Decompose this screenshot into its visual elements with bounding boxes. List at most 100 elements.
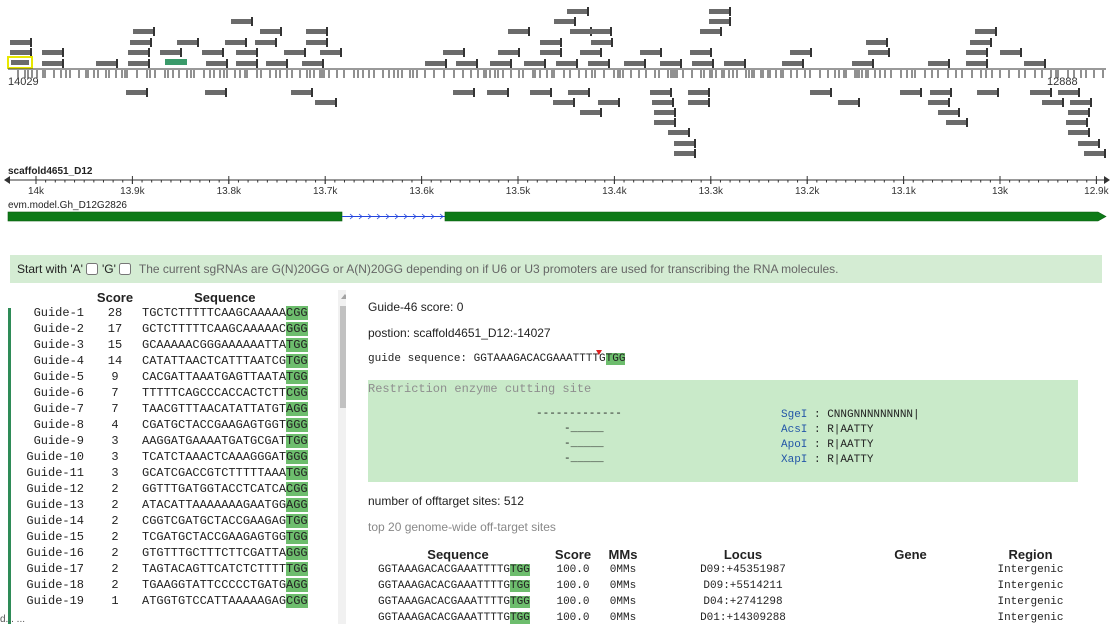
guide-row[interactable]: Guide-9 3 AAGGATGAAAATGATGCGATTGG <box>20 433 308 449</box>
guide-glyph[interactable] <box>487 88 509 97</box>
guide-glyph[interactable] <box>709 7 731 16</box>
guide-glyph[interactable] <box>225 38 247 47</box>
guide-glyph[interactable] <box>1068 128 1090 137</box>
guide-glyph[interactable] <box>810 88 832 97</box>
guide-glyph[interactable] <box>900 88 922 97</box>
guide-glyph[interactable] <box>530 88 552 97</box>
selected-guide-marker[interactable] <box>7 56 33 69</box>
guide-name[interactable]: Guide-17 <box>20 561 88 577</box>
guide-row[interactable]: Guide-5 9 CACGATTAAATGAGTTAATATGG <box>20 369 308 385</box>
offtarget-row[interactable]: GGTAAAGACACGAAATTTTGTGG 100.0 0MMs D09:+453… <box>368 562 1078 578</box>
guide-row[interactable]: Guide-13 2 ATACATTAAAAAAAGAATGGAGG <box>20 497 308 513</box>
guide-glyph[interactable] <box>508 27 530 36</box>
guide-row[interactable]: Guide-11 3 GCATCGACCGTCTTTTTAAATGG <box>20 465 308 481</box>
guide-glyph[interactable] <box>977 88 999 97</box>
guide-glyph[interactable] <box>490 59 512 68</box>
guide-glyph[interactable] <box>1084 149 1106 158</box>
guide-glyph[interactable] <box>688 98 710 107</box>
guide-name[interactable]: Guide-18 <box>20 577 88 593</box>
guide-name[interactable]: Guide-11 <box>20 465 88 481</box>
guide-glyph[interactable] <box>782 59 804 68</box>
guide-glyph[interactable] <box>588 59 610 68</box>
guide-row[interactable]: Guide-1 28 TGCTCTTTTTCAAGCAAAAACGG <box>20 305 308 321</box>
guide-glyph[interactable] <box>591 38 613 47</box>
lower-guide-track[interactable] <box>126 88 1106 158</box>
guide-row[interactable]: Guide-4 14 CATATTAACTCATTTAATCGTGG <box>20 353 308 369</box>
enzyme-name[interactable]: ApoI <box>781 439 807 451</box>
guide-glyph[interactable] <box>654 108 676 117</box>
enzyme-name[interactable]: AcsI <box>781 424 807 436</box>
offtarget-locus[interactable]: D04:+2741298 <box>648 594 838 610</box>
guide-name[interactable]: Guide-6 <box>20 385 88 401</box>
guide-row[interactable]: Guide-14 2 CGGTCGATGCTACCGAAGAGTGG <box>20 513 308 529</box>
guide-glyph[interactable] <box>590 27 612 36</box>
guide-glyph[interactable] <box>567 7 589 16</box>
guide-glyph[interactable] <box>690 48 712 57</box>
guide-glyph[interactable] <box>284 48 306 57</box>
guide-glyph[interactable] <box>306 27 328 36</box>
guide-glyph[interactable] <box>306 38 328 47</box>
upper-guide-track[interactable] <box>7 7 1046 69</box>
guide-glyph[interactable] <box>674 149 696 158</box>
guide-glyph[interactable] <box>126 88 148 97</box>
guide-glyph[interactable] <box>652 98 674 107</box>
guide-name[interactable]: Guide-1 <box>20 305 88 321</box>
guide-glyph[interactable] <box>524 59 546 68</box>
guide-glyph[interactable] <box>553 98 575 107</box>
guide-glyph[interactable] <box>1024 59 1046 68</box>
guide-glyph[interactable] <box>640 48 662 57</box>
guide-glyph[interactable] <box>453 88 475 97</box>
guide-glyph[interactable] <box>580 108 602 117</box>
guide-glyph[interactable] <box>1058 88 1080 97</box>
active-guide-glyph[interactable] <box>165 59 187 65</box>
guide-name[interactable]: Guide-19 <box>20 593 88 609</box>
scroll-up-icon[interactable] <box>341 294 346 299</box>
guide-glyph[interactable] <box>970 38 992 47</box>
guide-glyph[interactable] <box>724 59 746 68</box>
guide-glyph[interactable] <box>315 98 337 107</box>
guide-glyph[interactable] <box>692 59 714 68</box>
guide-name[interactable]: Guide-15 <box>20 529 88 545</box>
guide-row[interactable]: Guide-10 3 TCATCTAAACTCAAAGGGATGGG <box>20 449 308 465</box>
guide-glyph[interactable] <box>302 59 324 68</box>
guide-glyph[interactable] <box>128 59 150 68</box>
guide-name[interactable]: Guide-2 <box>20 321 88 337</box>
guide-glyph[interactable] <box>231 17 253 26</box>
guide-glyph[interactable] <box>133 27 155 36</box>
guide-row[interactable]: Guide-19 1 ATGGTGTCCATTAAAAAGAGCGG <box>20 593 308 609</box>
guide-row[interactable]: Guide-8 4 CGATGCTACCGAAGAGTGGTGGG <box>20 417 308 433</box>
guide-glyph[interactable] <box>1042 98 1064 107</box>
guide-glyph[interactable] <box>966 59 988 68</box>
guide-glyph[interactable] <box>568 88 590 97</box>
guide-glyph[interactable] <box>866 38 888 47</box>
guide-row[interactable]: Guide-17 2 TAGTACAGTTCATCTCTTTTTGG <box>20 561 308 577</box>
offtarget-locus[interactable]: D09:+5514211 <box>648 578 838 594</box>
guide-glyph[interactable] <box>660 59 682 68</box>
guide-glyph[interactable] <box>10 38 32 47</box>
guide-row[interactable]: Guide-3 15 GCAAAAACGGGAAAAAATTATGG <box>20 337 308 353</box>
guide-glyph[interactable] <box>1030 88 1052 97</box>
guide-glyph[interactable] <box>709 17 731 26</box>
guide-glyph[interactable] <box>443 48 465 57</box>
guide-glyph[interactable] <box>700 27 722 36</box>
guide-glyph[interactable] <box>938 108 960 117</box>
guide-row[interactable]: Guide-2 17 GCTCTTTTTCAAGCAAAAACGGG <box>20 321 308 337</box>
guide-glyph[interactable] <box>10 48 32 57</box>
guide-glyph[interactable] <box>966 48 988 57</box>
guide-glyph[interactable] <box>96 59 118 68</box>
guide-glyph[interactable] <box>928 98 950 107</box>
guide-glyph[interactable] <box>570 27 592 36</box>
offtarget-row[interactable]: GGTAAAGACACGAAATTTTGTGG 100.0 0MMs D09:+551… <box>368 578 1078 594</box>
guide-name[interactable]: Guide-8 <box>20 417 88 433</box>
guide-glyph[interactable] <box>1068 108 1090 117</box>
guide-glyph[interactable] <box>291 88 313 97</box>
guide-glyph[interactable] <box>236 48 258 57</box>
enzyme-name[interactable]: SgeI <box>781 409 807 421</box>
guide-glyph[interactable] <box>668 128 690 137</box>
gene-exon-1[interactable] <box>7 211 343 222</box>
guide-glyph[interactable] <box>202 48 224 57</box>
guide-row[interactable]: Guide-16 2 GTGTTTGCTTTCTTCGATTAGGG <box>20 545 308 561</box>
guide-name[interactable]: Guide-10 <box>20 449 88 465</box>
guide-glyph[interactable] <box>868 48 890 57</box>
guide-glyph[interactable] <box>1070 98 1092 107</box>
